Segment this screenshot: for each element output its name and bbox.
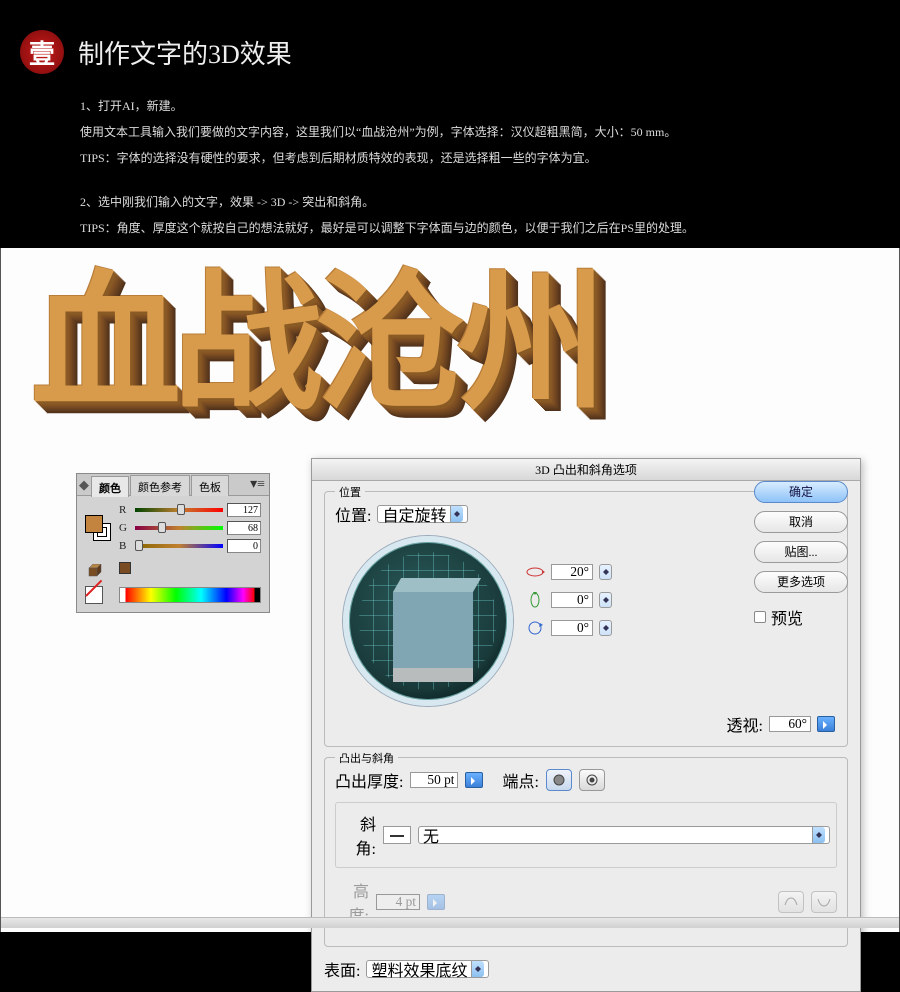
perspective-slider-button[interactable] [817,716,835,732]
instruction-line: 1、打开AI，新建。 [80,94,820,118]
group-label-position: 位置 [335,484,365,500]
cap-on-button[interactable] [546,769,572,791]
tab-color-guide[interactable]: 颜色参考 [130,475,190,496]
3d-extrude-dialog[interactable]: 3D 凸出和斜角选项 位置 位置: 自定旋转 [311,458,861,992]
red-value-input[interactable] [227,503,261,517]
select-arrows-icon [471,961,484,977]
stepper-icon[interactable] [599,620,612,636]
green-value-input[interactable] [227,521,261,535]
step-seal: 壹 [20,30,64,74]
stepper-icon[interactable] [599,564,612,580]
none-color-icon[interactable] [85,586,103,604]
panel-menu-icon[interactable]: ▾≡ [246,476,269,493]
tab-swatches[interactable]: 色板 [191,475,229,496]
bevel-out-button [811,891,837,913]
rotate-x-input[interactable] [551,564,593,580]
instructions-block: 1、打开AI，新建。 使用文本工具输入我们要做的文字内容，这里我们以“血战沧州”… [0,84,900,240]
color-panel-tabs: ◆ 颜色 颜色参考 色板 ▾≡ [77,474,269,496]
dialog-title: 3D 凸出和斜角选项 [312,459,860,481]
page-title: 制作文字的3D效果 [78,34,292,71]
blue-slider[interactable] [135,541,223,551]
bevel-height-input [376,894,420,910]
fill-stroke-swatch[interactable] [85,515,113,543]
surface-label: 表面: [324,957,360,981]
perspective-label: 透视: [727,712,763,736]
instruction-line: 2、选中刚我们输入的文字，效果 -> 3D -> 突出和斜角。 [80,190,820,214]
bevel-height-label: 高度: [335,878,369,926]
rotate-z-icon [525,620,545,636]
preview-cube [393,578,473,682]
glyph: 战 [173,268,315,418]
glyph: 州 [457,268,599,418]
spectrum-bar[interactable] [119,587,261,603]
glyph: 血 [31,268,173,418]
instruction-line: TIPS：角度、厚度这个就按自己的想法就好，最好是可以调整下字体面与边的颜色，以… [80,216,820,240]
red-slider[interactable] [135,505,223,515]
g-label: G [119,522,131,534]
surface-select[interactable]: 塑料效果底纹 [366,960,489,978]
3d-text-artwork[interactable]: 血 战 沧 州 [1,248,899,458]
height-slider-button [427,894,445,910]
fill-swatch[interactable] [85,515,103,533]
green-slider[interactable] [135,523,223,533]
rotate-x-icon [525,564,545,580]
extrude-depth-input[interactable] [410,772,458,788]
cap-label: 端点: [502,768,538,792]
page-header: 壹 制作文字的3D效果 [0,0,900,84]
tab-color[interactable]: 颜色 [91,476,129,497]
3d-rotation-preview[interactable] [343,536,513,706]
map-art-button[interactable]: 贴图... [754,541,848,563]
group-label-extrude: 凸出与斜角 [335,750,398,766]
position-select[interactable]: 自定旋转 [377,505,468,523]
extrude-depth-label: 凸出厚度: [335,768,403,792]
select-arrows-icon [812,827,825,843]
instruction-line: TIPS：字体的选择没有硬性的要求，但考虑到后期材质特效的表现，还是选择粗一些的… [80,146,820,170]
glyph: 沧 [315,268,457,418]
r-label: R [119,504,131,516]
perspective-input[interactable] [769,716,811,732]
bevel-in-button [778,891,804,913]
cancel-button[interactable]: 取消 [754,511,848,533]
more-options-button[interactable]: 更多选项 [754,571,848,593]
depth-slider-button[interactable] [465,772,483,788]
out-of-gamut-swatch[interactable] [119,562,131,574]
b-label: B [119,540,131,552]
select-arrows-icon [450,506,463,522]
preview-label: 预览 [771,605,803,629]
instruction-line: 使用文本工具输入我们要做的文字内容，这里我们以“血战沧州”为例，字体选择：汉仪超… [80,120,820,144]
stepper-icon[interactable] [599,592,612,608]
out-of-gamut-icon[interactable] [85,564,103,578]
color-panel[interactable]: ◆ 颜色 颜色参考 色板 ▾≡ R [76,473,270,613]
extrude-bevel-group: 凸出与斜角 凸出厚度: 端点: 斜角: 无 高度: [324,757,848,947]
rotate-z-input[interactable] [551,620,593,636]
blue-value-input[interactable] [227,539,261,553]
cap-off-button[interactable] [579,769,605,791]
rotate-y-input[interactable] [551,592,593,608]
bevel-preview [383,826,411,844]
position-label: 位置: [335,502,371,526]
rotate-y-icon [525,592,545,608]
panel-collapse-icon[interactable]: ◆ [77,477,91,493]
bevel-label: 斜角: [342,811,376,859]
ok-button[interactable]: 确定 [754,481,848,503]
illustrator-canvas: 血 战 沧 州 ◆ 颜色 颜色参考 色板 ▾≡ R [0,248,900,932]
bevel-select[interactable]: 无 [418,826,830,844]
preview-checkbox[interactable] [754,611,766,623]
